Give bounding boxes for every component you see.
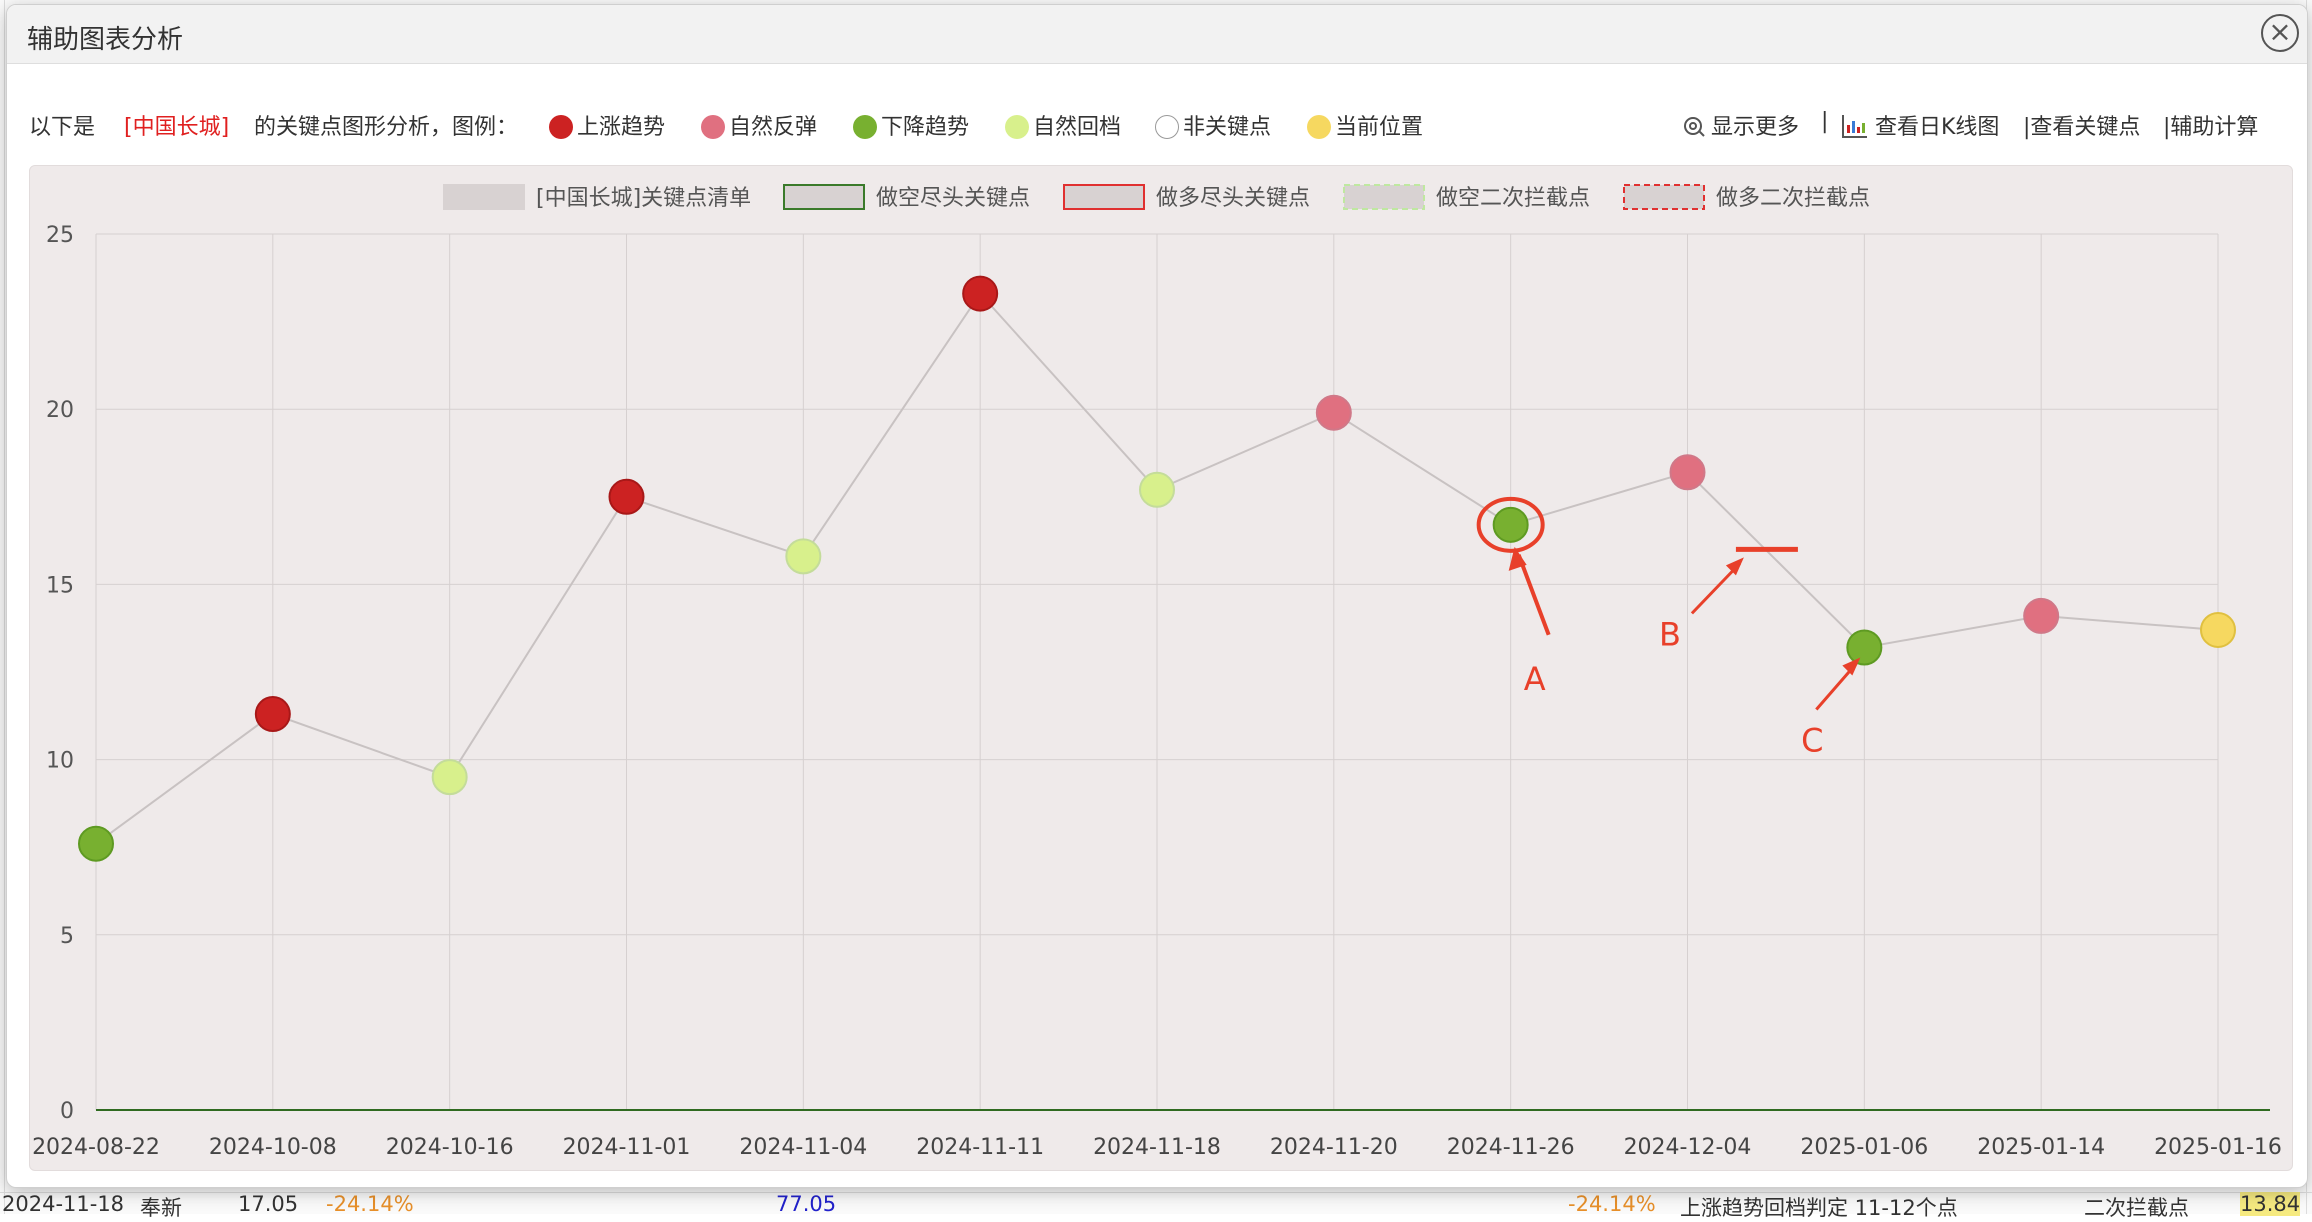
background-cell: 17.05 [238, 1192, 299, 1216]
y-tick-label: 5 [60, 924, 74, 949]
y-tick-label: 15 [46, 573, 74, 598]
data-point [962, 275, 999, 312]
background-cell: 2024-11-18 [2, 1192, 125, 1216]
data-point [1139, 471, 1175, 508]
legend-item-fall-trend: 下降趋势 [853, 109, 969, 141]
y-tick-label: 25 [46, 223, 74, 248]
red-dot-icon [549, 115, 573, 139]
x-tick-label: 2024-11-04 [739, 1135, 867, 1160]
dialog-title: 辅助图表分析 [27, 25, 184, 55]
chart-legend-label: 做多尽头关键点 [1156, 186, 1310, 211]
legend-item-non-key: 非关键点 [1155, 109, 1271, 141]
data-point [78, 825, 114, 862]
legend-label: 当前位置 [1335, 115, 1424, 140]
background-cell: 77.05 [776, 1192, 837, 1216]
info-row: 以下是 [中国长城] 的关键点图形分析，图例： 上涨趋势 自然反弹 下降趋势 自… [29, 109, 2277, 145]
show-more-label: 显示更多 [1711, 115, 1800, 140]
view-keypoints-link[interactable]: |查看关键点 [2023, 109, 2140, 141]
background-cell: 上涨趋势回档判定 11-12个点 [1680, 1196, 1958, 1220]
data-point [608, 478, 645, 515]
annotation-label-c: C [1801, 721, 1823, 759]
x-tick-label: 2025-01-16 [2154, 1135, 2282, 1160]
data-point [1315, 394, 1352, 431]
chart-analysis-dialog: 辅助图表分析 × 以下是 [中国长城] 的关键点图形分析，图例： 上涨趋势 自然… [6, 4, 2308, 1188]
background-cell: 二次拦截点 [2084, 1196, 2189, 1220]
chart-panel: [中国长城]关键点清单 做空尽头关键点 做多尽头关键点 做空二次拦截点 做多二次拦截点 0… [29, 165, 2293, 1171]
data-point [431, 759, 468, 796]
chart-legend-swatch [783, 184, 865, 210]
green-dot-icon [853, 115, 877, 139]
legend-label: 非关键点 [1183, 115, 1272, 140]
kline-chart-icon [1842, 115, 1867, 138]
y-tick-label: 20 [46, 398, 74, 423]
yellow-dot-icon [1307, 115, 1331, 139]
keypoint-line-chart: [中国长城]关键点清单 做空尽头关键点 做多尽头关键点 做空二次拦截点 做多二次拦截点 0… [32, 184, 2282, 1160]
data-point [1669, 454, 1706, 491]
chart-legend-swatch [1063, 184, 1145, 210]
info-prefix: 以下是 [29, 115, 96, 140]
chart-legend-label: 做空二次拦截点 [1436, 186, 1590, 211]
background-cell: 奉新 [140, 1196, 182, 1220]
legend-label: 下降趋势 [881, 115, 970, 140]
x-tick-label: 2024-11-01 [563, 1135, 691, 1160]
background-cell: -24.14% [326, 1192, 414, 1216]
legend-item-current: 当前位置 [1307, 109, 1423, 141]
x-tick-label: 2024-11-18 [1093, 1135, 1221, 1160]
legend-item-natural-pullback: 自然回档 [1005, 109, 1121, 141]
x-tick-label: 2024-08-22 [32, 1135, 160, 1160]
annotation-label-b: B [1659, 615, 1681, 653]
annotation-label-a: A [1524, 660, 1546, 698]
background-table-row: 2024-11-18 奉新 17.05 -24.14% 77.05 -24.14… [0, 1192, 2312, 1220]
legend-label: 上涨趋势 [577, 115, 666, 140]
legend-item-rise-trend: 上涨趋势 [549, 109, 665, 141]
background-cell: 13.84 [2240, 1192, 2301, 1216]
x-tick-label: 2024-11-20 [1270, 1135, 1398, 1160]
chart-legend-label: 做多二次拦截点 [1716, 186, 1870, 211]
dialog-titlebar: 辅助图表分析 × [7, 5, 2307, 64]
x-tick-label: 2025-01-06 [1800, 1135, 1928, 1160]
data-point [1846, 629, 1883, 666]
close-icon[interactable]: × [2261, 14, 2299, 52]
view-kline-link[interactable]: 查看日K线图 [1841, 109, 1999, 141]
x-tick-label: 2024-10-08 [209, 1135, 337, 1160]
data-point [254, 696, 291, 733]
x-tick-label: 2024-12-04 [1624, 1135, 1752, 1160]
legend-label: 自然回档 [1033, 115, 1122, 140]
pink-dot-icon [701, 115, 725, 139]
background-grid-line [4, 0, 5, 1214]
stock-name: [中国长城] [124, 115, 230, 140]
light-green-dot-icon [1005, 115, 1029, 139]
y-tick-label: 10 [46, 749, 74, 774]
x-tick-label: 2024-11-26 [1447, 1135, 1575, 1160]
chart-legend-swatch [1623, 184, 1705, 210]
info-suffix: 的关键点图形分析，图例： [254, 115, 519, 140]
data-point [1492, 506, 1529, 543]
show-more-link[interactable]: 显示更多 [1681, 109, 1799, 141]
chart-legend-label: [中国长城]关键点清单 [536, 186, 751, 211]
chart-legend-swatch [443, 184, 525, 210]
annotation-arrow-a [1516, 554, 1551, 636]
data-point [2023, 597, 2060, 634]
annotation-arrowhead-c [1842, 657, 1861, 676]
x-tick-label: 2025-01-14 [1977, 1135, 2105, 1160]
chart-legend-swatch [1343, 184, 1425, 210]
aux-calc-link[interactable]: |辅助计算 [2163, 109, 2258, 141]
action-separator: | [1821, 109, 1829, 134]
y-tick-label: 0 [60, 1099, 74, 1124]
x-tick-label: 2024-10-16 [386, 1135, 514, 1160]
background-cell: -24.14% [1568, 1192, 1656, 1216]
view-kline-label: 查看日K线图 [1875, 115, 2000, 140]
chart-legend-label: 做空尽头关键点 [876, 186, 1030, 211]
gear-icon [1684, 117, 1705, 137]
x-tick-label: 2024-11-11 [916, 1135, 1044, 1160]
white-dot-icon [1155, 115, 1179, 139]
data-point [2200, 611, 2236, 648]
annotation-arrowhead-b [1725, 557, 1744, 576]
legend-item-natural-rebound: 自然反弹 [701, 109, 817, 141]
data-point [785, 538, 822, 575]
legend-label: 自然反弹 [729, 115, 818, 140]
